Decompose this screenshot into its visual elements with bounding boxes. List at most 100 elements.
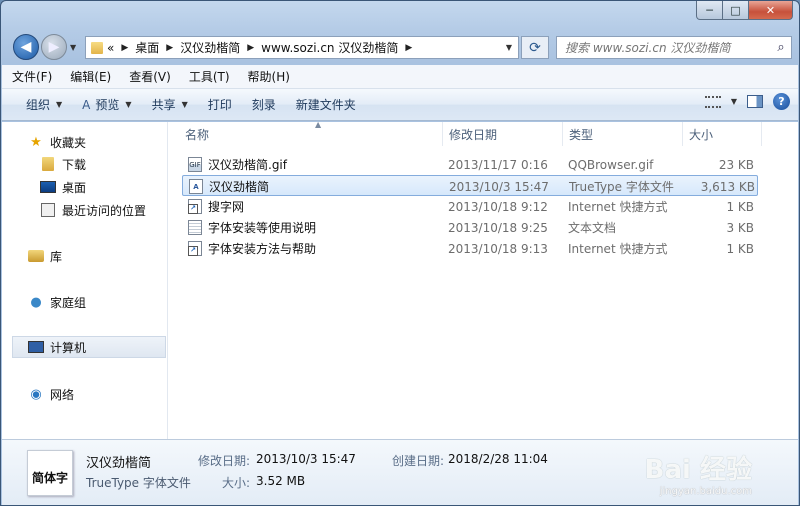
column-header-date[interactable]: 修改日期 xyxy=(443,122,563,146)
created-label: 创建日期: xyxy=(392,454,445,468)
menu-file[interactable]: 文件(F) xyxy=(4,68,60,85)
sidebar-item-favorites[interactable]: ★ 收藏夹 xyxy=(2,131,167,153)
file-row-selected[interactable]: A 汉仪劲楷简 2013/10/3 15:47 TrueType 字体文件 3,… xyxy=(182,175,758,196)
help-icon[interactable]: ? xyxy=(773,93,790,110)
chevron-right-icon[interactable]: ▶ xyxy=(247,43,254,53)
chevron-right-icon[interactable]: ▶ xyxy=(166,43,173,53)
chevron-down-icon[interactable]: ▼ xyxy=(731,97,737,106)
sort-ascending-icon: ▲ xyxy=(315,120,322,129)
sidebar-item-label: 家庭组 xyxy=(50,295,87,310)
search-box[interactable]: ⌕ xyxy=(556,36,792,59)
sidebar-item-homegroup[interactable]: ● 家庭组 xyxy=(2,291,167,313)
sidebar-item-libraries[interactable]: 库 xyxy=(2,245,167,267)
chevron-right-icon[interactable]: ▶ xyxy=(405,43,412,53)
file-row[interactable]: 字体安装等使用说明 2013/10/18 9:25 文本文档 3 KB xyxy=(182,217,758,238)
menu-edit[interactable]: 编辑(E) xyxy=(62,68,119,85)
file-row[interactable]: e 搜字网 2013/10/18 9:12 Internet 快捷方式 1 KB xyxy=(182,196,758,217)
forward-button[interactable]: ▶ xyxy=(41,34,67,60)
file-size: 1 KB xyxy=(726,199,754,214)
downloads-folder-icon xyxy=(40,157,56,171)
file-row[interactable]: GIF 汉仪劲楷简.gif 2013/11/17 0:16 QQBrowser.… xyxy=(182,154,758,175)
file-date: 2013/11/17 0:16 xyxy=(448,157,548,172)
navigation-bar: ◀ ▶ ▼ « ▶ 桌面 ▶ 汉仪劲楷简 ▶ www.sozi.cn 汉仪劲楷简… xyxy=(9,34,792,60)
breadcrumb-item[interactable]: 汉仪劲楷简 xyxy=(180,39,240,56)
folder-icon xyxy=(91,41,103,54)
preview-button[interactable]: A 预览 ▼ xyxy=(72,93,141,117)
address-dropdown-icon[interactable]: ▼ xyxy=(506,43,512,52)
refresh-button[interactable]: ⟳ xyxy=(521,36,549,59)
chevron-down-icon: ▼ xyxy=(56,100,63,109)
file-date: 2013/10/3 15:47 xyxy=(449,179,549,194)
preview-pane-icon[interactable] xyxy=(747,95,763,108)
gif-file-icon: GIF xyxy=(188,157,202,172)
search-icon[interactable]: ⌕ xyxy=(771,40,791,55)
close-button[interactable]: ✕ xyxy=(749,1,793,20)
details-file-type: TrueType 字体文件 xyxy=(86,476,191,490)
column-header-name[interactable]: 名称 ▲ xyxy=(179,120,443,146)
sidebar-item-label: 最近访问的位置 xyxy=(62,203,147,218)
sidebar-item-network[interactable]: ◉ 网络 xyxy=(2,383,167,405)
file-thumbnail: 简体字 xyxy=(27,450,73,496)
column-header-type[interactable]: 类型 xyxy=(563,122,683,146)
sidebar-item-label: 库 xyxy=(50,249,63,264)
chevron-right-icon[interactable]: ▶ xyxy=(121,43,128,53)
chevron-down-icon: ▼ xyxy=(125,100,132,109)
file-type: Internet 快捷方式 xyxy=(568,200,668,214)
breadcrumb-item[interactable]: www.sozi.cn 汉仪劲楷简 xyxy=(261,39,398,56)
file-size: 3 KB xyxy=(726,220,754,235)
sidebar-item-label: 网络 xyxy=(50,387,75,402)
menu-bar: 文件(F) 编辑(E) 查看(V) 工具(T) 帮助(H) xyxy=(2,65,798,89)
thumbnail-text: 简体字 xyxy=(31,471,68,485)
file-type: Internet 快捷方式 xyxy=(568,242,668,256)
burn-button[interactable]: 刻录 xyxy=(242,93,286,117)
file-date: 2013/10/18 9:13 xyxy=(448,241,548,256)
file-date: 2013/10/18 9:12 xyxy=(448,199,548,214)
menu-view[interactable]: 查看(V) xyxy=(121,68,179,85)
file-type: QQBrowser.gif xyxy=(568,157,654,172)
address-bar[interactable]: « ▶ 桌面 ▶ 汉仪劲楷简 ▶ www.sozi.cn 汉仪劲楷简 ▶ ▼ xyxy=(85,36,519,59)
recent-pages-dropdown-icon[interactable]: ▼ xyxy=(70,43,76,52)
sidebar-item-computer[interactable]: 计算机 xyxy=(12,336,166,358)
back-button[interactable]: ◀ xyxy=(13,34,39,60)
maximize-button[interactable]: □ xyxy=(723,1,749,20)
file-date: 2013/10/18 9:25 xyxy=(448,220,548,235)
sidebar-item-desktop[interactable]: 桌面 xyxy=(2,176,167,198)
sidebar-item-label: 收藏夹 xyxy=(50,135,87,150)
new-folder-button[interactable]: 新建文件夹 xyxy=(286,93,366,117)
breadcrumb-overflow[interactable]: « xyxy=(107,41,114,55)
breadcrumb-item[interactable]: 桌面 xyxy=(135,39,159,56)
network-icon: ◉ xyxy=(30,386,42,402)
computer-icon xyxy=(28,340,44,354)
file-row[interactable]: e 字体安装方法与帮助 2013/10/18 9:13 Internet 快捷方… xyxy=(182,238,758,259)
share-button[interactable]: 共享 ▼ xyxy=(142,93,198,117)
desktop-icon xyxy=(40,180,56,194)
new-folder-label: 新建文件夹 xyxy=(295,98,356,112)
sidebar-item-recent[interactable]: 最近访问的位置 xyxy=(2,199,167,221)
menu-tools[interactable]: 工具(T) xyxy=(181,68,238,85)
change-view-icon[interactable] xyxy=(704,95,721,108)
command-toolbar: 组织 ▼ A 预览 ▼ 共享 ▼ 打印 刻录 新建文件夹 ▼ ? xyxy=(2,89,798,121)
column-header-size[interactable]: 大小 xyxy=(683,122,762,146)
organize-label: 组织 xyxy=(26,98,51,112)
library-icon xyxy=(28,249,44,263)
refresh-icon: ⟳ xyxy=(529,39,541,56)
search-input[interactable] xyxy=(557,40,771,55)
size-value: 3.52 MB xyxy=(256,474,306,488)
homegroup-icon: ● xyxy=(30,294,42,310)
watermark-url: jingyan.baidu.com xyxy=(659,486,752,497)
toolbar-right: ▼ ? xyxy=(704,93,790,110)
sidebar-item-label: 计算机 xyxy=(50,340,87,355)
chevron-down-icon: ▼ xyxy=(181,100,188,109)
text-file-icon xyxy=(188,220,202,235)
print-button[interactable]: 打印 xyxy=(198,93,242,117)
modified-label: 修改日期: xyxy=(198,454,251,468)
menu-help[interactable]: 帮助(H) xyxy=(240,68,298,85)
font-preview-icon: A xyxy=(82,97,91,112)
watermark-logo: Bai 经验 xyxy=(644,455,752,485)
details-file-name: 汉仪劲楷简 xyxy=(86,456,152,471)
sidebar-item-downloads[interactable]: 下载 xyxy=(2,153,167,175)
print-label: 打印 xyxy=(207,98,232,112)
minimize-button[interactable]: ─ xyxy=(696,1,723,20)
preview-label: 预览 xyxy=(95,98,120,112)
organize-button[interactable]: 组织 ▼ xyxy=(16,93,72,117)
